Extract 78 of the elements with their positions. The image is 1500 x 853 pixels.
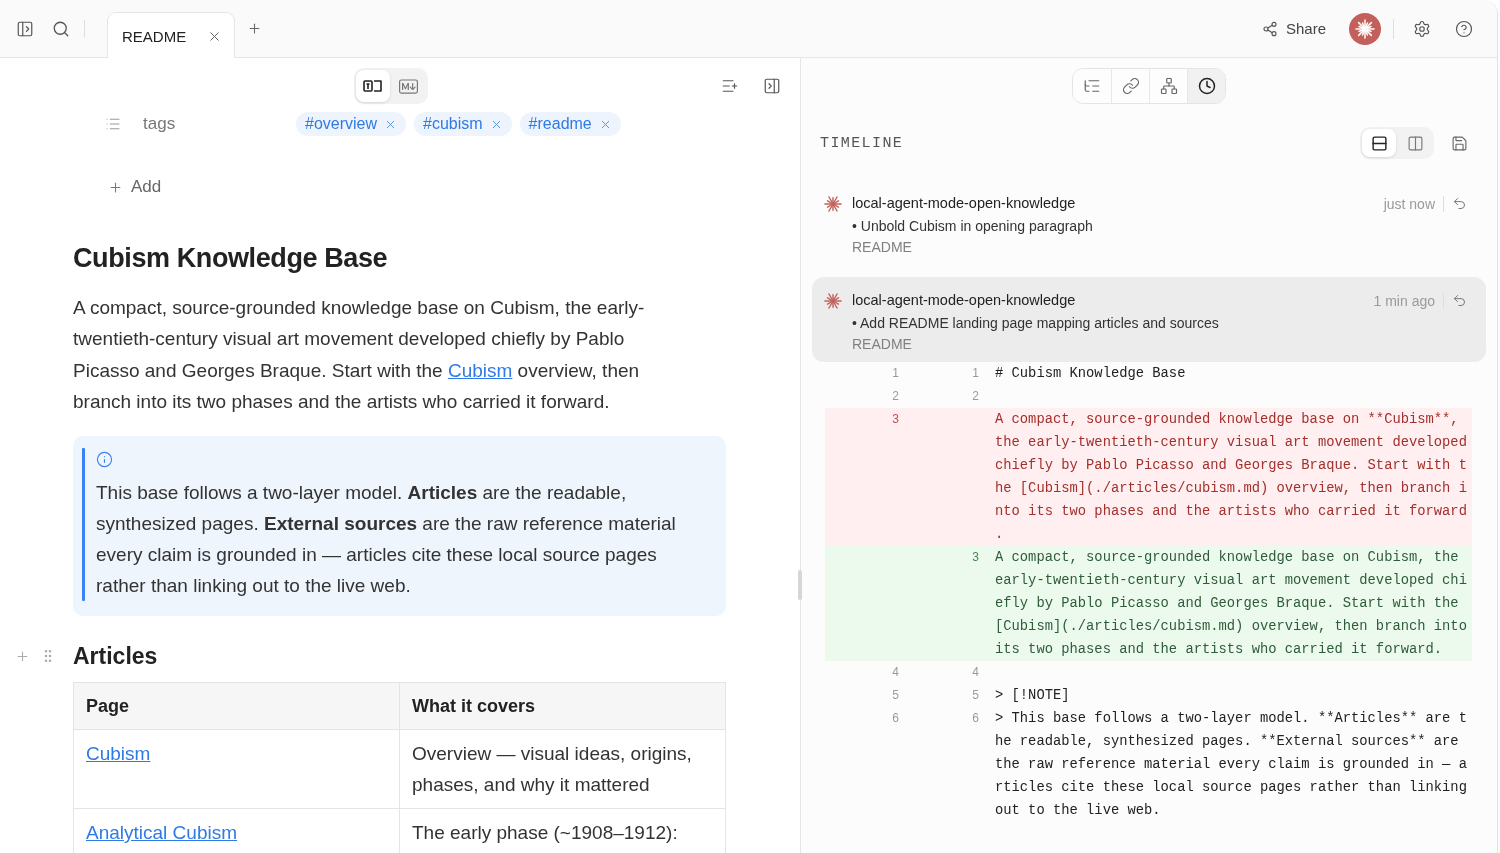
column-header: What it covers (399, 682, 726, 730)
code-line: > [!NOTE] (994, 687, 1071, 705)
column-header: Page (73, 682, 400, 730)
property-name: tags (143, 114, 177, 134)
starburst-icon (824, 291, 842, 310)
tag-chip[interactable]: #cubism (414, 112, 512, 136)
share-icon (1261, 20, 1278, 37)
undo-icon (1452, 293, 1467, 308)
line-number: 1 (972, 365, 979, 382)
plus-icon[interactable] (15, 648, 30, 664)
entry-file: README (852, 238, 913, 257)
columns-icon (1406, 134, 1424, 152)
timeline-entry[interactable]: local-agent-mode-open-knowledge • Unbold Cubism in opening paragraph README just now (812, 180, 1486, 265)
line-number: 4 (892, 664, 899, 681)
search-icon[interactable] (52, 19, 70, 38)
entry-time: 1 min ago (1373, 292, 1435, 309)
line-number: 5 (892, 687, 899, 704)
intro-paragraph: A compact, source-grounded knowledge base on Cubism, the early-twentieth-century visual art movement developed chiefly by Pablo Picasso and Georges Braque. Start with the Cubism overview, then branch into its two phases and the artists who carried it forward. (73, 296, 646, 414)
rows-icon (1370, 134, 1388, 152)
add-block-icon[interactable] (721, 77, 739, 95)
info-icon (96, 451, 113, 469)
line-number: 5 (972, 687, 979, 704)
layout-toggle-button[interactable] (1362, 129, 1396, 157)
document-tab[interactable]: README (107, 12, 235, 58)
link-icon (1121, 77, 1140, 95)
code-line: # Cubism Knowledge Base (994, 365, 1187, 383)
plus-icon (108, 179, 123, 195)
panel-tool-button[interactable] (1187, 69, 1225, 103)
save-icon[interactable] (1451, 134, 1468, 152)
markdown-icon (399, 76, 418, 96)
starburst-icon (824, 194, 842, 213)
add-property-button[interactable]: Add (108, 173, 162, 201)
code-line: A compact, source-grounded knowledge base on **Cubism**, the early-twentieth-century visual art movement developed chiefly by Pablo Picasso and Georges Braque. Start with the [Cubism](./articles/cubism.md) overview, then branch into its two phases and the artists who carried it forward. (994, 411, 1468, 544)
entry-change: • Add README landing page mapping articles and sources (852, 314, 1220, 333)
entry-author: local-agent-mode-open-knowledge (852, 291, 1077, 310)
code-line: A compact, source-grounded knowledge base on Cubism, the early-twentieth-century visual art movement developed chiefly by Pablo Picasso and Georges Braque. Start with the [Cubism](./articles/cubism.md) overview, then branch into its two phases and the artists who carried it forward. (994, 549, 1468, 659)
page-link[interactable]: Analytical Cubism (86, 822, 237, 844)
clock-icon (1197, 77, 1216, 95)
section-heading: Articles (73, 642, 158, 671)
avatar-icon[interactable] (1349, 12, 1381, 45)
page-link[interactable]: Cubism (86, 743, 151, 765)
line-number: 2 (972, 388, 979, 405)
note-text: This base follows a two-layer model. Articles are the readable, synthesized pages. External sources are the raw reference material every claim is grounded in — articles cite these local source pages rather than linking out to the live web. (96, 481, 677, 599)
entry-author: local-agent-mode-open-knowledge (852, 194, 1077, 213)
hierarchy-icon (1159, 77, 1178, 95)
line-number: 6 (972, 710, 979, 727)
document-title: Cubism Knowledge Base (73, 242, 389, 275)
text-link[interactable]: Cubism (447, 359, 513, 381)
resize-handle[interactable] (798, 570, 802, 600)
line-number: 4 (972, 664, 979, 681)
timeline-entry[interactable]: local-agent-mode-open-knowledge • Add README landing page mapping articles and sources README 1 min ago (812, 277, 1486, 362)
line-number: 2 (892, 388, 899, 405)
list-tree-icon (1083, 77, 1101, 95)
undo-icon (1452, 196, 1467, 211)
panel-toggle-icon[interactable] (763, 77, 781, 95)
sidebar-toggle-icon[interactable] (16, 19, 34, 38)
document-view-icon (362, 78, 383, 94)
line-number: 3 (892, 411, 899, 428)
panel-title: TIMELINE (820, 134, 905, 152)
tag-chip[interactable]: #overview (296, 112, 407, 136)
view-mode-button[interactable] (355, 70, 390, 102)
line-number: 1 (892, 365, 899, 382)
share-button[interactable]: Share (1261, 20, 1326, 37)
revert-button[interactable] (1452, 293, 1467, 308)
line-number: 6 (892, 710, 899, 727)
entry-time: just now (1383, 195, 1435, 212)
list-icon (105, 116, 121, 132)
entry-change: • Unbold Cubism in opening paragraph (852, 217, 1094, 236)
code-line: > This base follows a two-layer model. **Articles** are the readable, synthesized pages. **External sources** are the raw reference material every claim is grounded in — articles cite these local source pages rather than linking out to the live web. (994, 710, 1468, 820)
help-icon[interactable] (1455, 19, 1473, 38)
table-cell: Overview — visual ideas, origins, phases, and why it mattered (399, 729, 726, 809)
new-tab-icon[interactable] (247, 21, 262, 36)
close-icon[interactable] (207, 29, 222, 44)
line-number: 3 (972, 549, 979, 566)
tag-chip[interactable]: #readme (519, 112, 621, 136)
settings-icon[interactable] (1413, 19, 1431, 38)
revert-button[interactable] (1452, 196, 1467, 211)
entry-file: README (852, 335, 913, 354)
